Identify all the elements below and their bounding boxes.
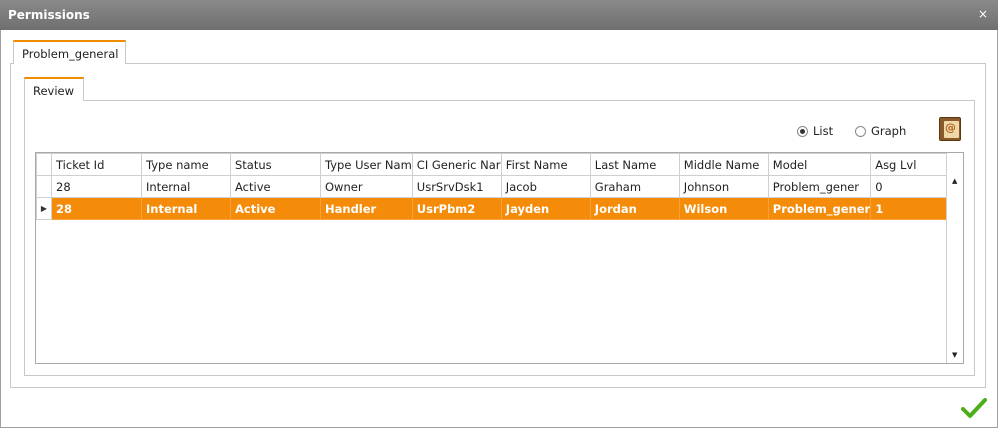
table-cell: Active (230, 175, 321, 198)
radio-graph[interactable]: Graph (855, 124, 906, 138)
table-cell: Problem_gener (767, 197, 872, 220)
radio-list[interactable]: List (797, 124, 833, 138)
checkmark-icon[interactable] (961, 397, 987, 419)
address-book-icon[interactable]: @ (939, 117, 961, 141)
table-cell: Jayden (500, 197, 591, 220)
table-cell: Jordan (589, 197, 680, 220)
row-indicator-arrow-icon: ▶ (36, 197, 52, 220)
table-cell: Johnson (678, 175, 769, 198)
row-indicator (36, 175, 52, 198)
table-cell: Graham (589, 175, 680, 198)
radio-list-label: List (813, 124, 834, 138)
permissions-table: Ticket Id Type name Status Type User Nam… (36, 153, 962, 220)
table-cell: Problem_gener (767, 175, 872, 198)
radio-list-dot[interactable] (797, 125, 808, 137)
permissions-grid: Ticket Id Type name Status Type User Nam… (35, 152, 964, 364)
window-title: Permissions (8, 8, 90, 22)
header-row: Ticket Id Type name Status Type User Nam… (36, 153, 962, 176)
table-cell: Active (230, 197, 321, 220)
table-row[interactable]: 28 Internal Active Owner UsrSrvDsk1 Jaco… (36, 175, 962, 198)
table-cell: UsrSrvDsk1 (411, 175, 502, 198)
table-cell: UsrPbm2 (411, 197, 502, 220)
column-header[interactable]: First Name (500, 153, 591, 176)
column-header[interactable]: Model (767, 153, 872, 176)
header-indicator (36, 153, 52, 176)
close-icon[interactable]: × (978, 7, 988, 21)
column-header[interactable]: CI Generic Nar (411, 153, 502, 176)
radio-graph-label: Graph (871, 124, 907, 138)
radio-graph-dot[interactable] (855, 125, 866, 137)
table-cell: Handler (320, 197, 413, 220)
table-cell: Jacob (500, 175, 591, 198)
vertical-scrollbar[interactable]: ▲ ▼ (946, 153, 963, 363)
column-header[interactable]: Last Name (589, 153, 680, 176)
column-header[interactable]: Type User Nam (320, 153, 413, 176)
column-header[interactable]: Type name (141, 153, 231, 176)
table-cell: Internal (141, 197, 231, 220)
table-row-selected[interactable]: ▶ 28 Internal Active Handler UsrPbm2 Jay… (36, 197, 962, 220)
scroll-up-icon[interactable]: ▲ (952, 177, 957, 185)
tab-review[interactable]: Review (24, 77, 84, 101)
column-header[interactable]: Status (230, 153, 321, 176)
column-header[interactable]: Ticket Id (51, 153, 142, 176)
tab-problem-general[interactable]: Problem_general (13, 40, 126, 64)
scroll-down-icon[interactable]: ▼ (952, 351, 957, 359)
title-bar: Permissions × (0, 0, 998, 30)
column-header[interactable]: Middle Name (678, 153, 769, 176)
table-cell: Internal (141, 175, 231, 198)
table-cell: Owner (320, 175, 413, 198)
table-cell: Wilson (678, 197, 769, 220)
table-cell: 28 (51, 197, 142, 220)
table-cell: 28 (51, 175, 142, 198)
